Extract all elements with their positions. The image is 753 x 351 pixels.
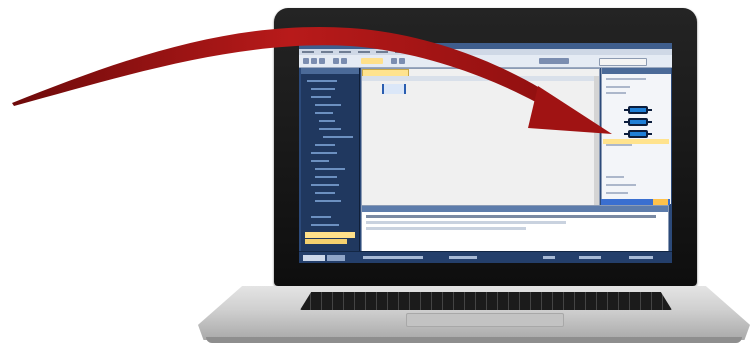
tree-item[interactable] xyxy=(315,200,341,202)
tree-item[interactable] xyxy=(311,216,331,218)
status-text xyxy=(363,256,423,259)
function-block-icon[interactable] xyxy=(624,130,652,138)
tree-item[interactable] xyxy=(315,176,337,178)
solution-explorer-header xyxy=(301,68,359,74)
output-column-headers xyxy=(366,215,656,218)
toolbar-button-icon[interactable] xyxy=(341,58,347,64)
laptop-keyboard xyxy=(300,292,672,310)
tree-item[interactable] xyxy=(315,168,345,170)
menu-item[interactable] xyxy=(339,51,352,53)
toolbox-item[interactable] xyxy=(606,192,628,194)
output-panel xyxy=(361,205,669,252)
toolbox-panel xyxy=(601,68,671,204)
menu-item[interactable] xyxy=(320,51,333,53)
tree-item[interactable] xyxy=(311,152,337,154)
output-row xyxy=(366,227,526,230)
tree-item[interactable] xyxy=(311,184,339,186)
toolbar-button-icon[interactable] xyxy=(311,58,317,64)
status-text xyxy=(579,256,601,259)
toolbox-item[interactable] xyxy=(606,86,630,88)
laptop-screen xyxy=(299,43,672,263)
toolbar-search-input[interactable] xyxy=(599,58,647,66)
toolbar-dropdown[interactable] xyxy=(361,58,383,64)
menu-item[interactable] xyxy=(413,51,426,53)
toolbox-item[interactable] xyxy=(606,184,636,186)
tree-item[interactable] xyxy=(315,112,333,114)
status-text xyxy=(543,256,555,259)
toolbox-item[interactable] xyxy=(606,176,624,178)
toolbox-header xyxy=(602,68,671,74)
tree-item-highlighted[interactable] xyxy=(305,239,347,244)
tree-item[interactable] xyxy=(315,192,335,194)
laptop-trackpad xyxy=(406,313,564,327)
tree-item[interactable] xyxy=(307,80,337,82)
tree-item[interactable] xyxy=(319,120,335,122)
laptop-illustration xyxy=(0,0,753,351)
menu-item[interactable] xyxy=(376,51,389,53)
editor-column-header xyxy=(362,76,599,81)
tree-item-selected[interactable] xyxy=(305,232,355,238)
toolbar-button-icon[interactable] xyxy=(319,58,325,64)
editor-cell[interactable] xyxy=(382,84,406,94)
toolbar-button-icon[interactable] xyxy=(303,58,309,64)
tree-item[interactable] xyxy=(323,136,353,138)
toolbox-item[interactable] xyxy=(606,92,626,94)
function-block-icon[interactable] xyxy=(624,106,652,114)
tree-item[interactable] xyxy=(315,104,341,106)
toolbar xyxy=(299,55,672,68)
toolbox-search[interactable] xyxy=(606,78,646,80)
tree-item[interactable] xyxy=(315,144,335,146)
status-tab[interactable] xyxy=(303,255,325,261)
editor-panel xyxy=(361,68,600,206)
status-bar xyxy=(299,251,672,263)
laptop-base-edge xyxy=(206,337,742,343)
status-tab[interactable] xyxy=(327,255,345,261)
tree-item[interactable] xyxy=(311,160,329,162)
function-block-icon[interactable] xyxy=(624,118,652,126)
output-row xyxy=(366,221,566,224)
tree-item[interactable] xyxy=(319,128,341,130)
toolbar-dropdown[interactable] xyxy=(539,58,569,64)
toolbar-button-icon[interactable] xyxy=(333,58,339,64)
toolbox-item[interactable] xyxy=(606,144,632,146)
tree-item[interactable] xyxy=(311,224,339,226)
status-text xyxy=(449,256,477,259)
output-header xyxy=(362,206,668,212)
menu-item[interactable] xyxy=(357,51,370,53)
toolbox-selected-item[interactable] xyxy=(603,139,669,144)
tree-item[interactable] xyxy=(311,96,331,98)
editor-scrollbar[interactable] xyxy=(594,76,599,205)
toolbar-button-icon[interactable] xyxy=(391,58,397,64)
tree-item[interactable] xyxy=(311,88,335,90)
toolbar-button-icon[interactable] xyxy=(399,58,405,64)
menu-item[interactable] xyxy=(302,51,314,53)
menu-item[interactable] xyxy=(394,51,407,53)
solution-explorer-panel xyxy=(301,68,360,251)
status-text xyxy=(629,256,653,259)
